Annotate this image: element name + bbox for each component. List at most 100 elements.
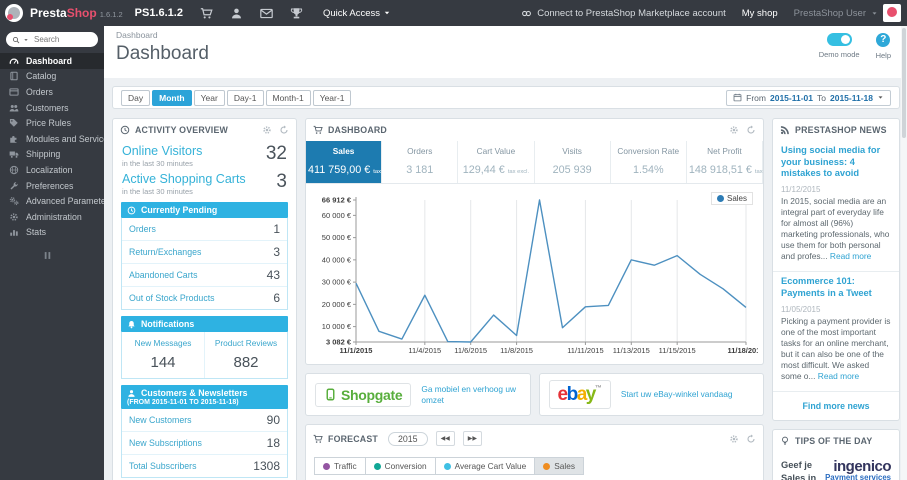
forecast-next-button[interactable]: ▶▶ <box>462 431 483 446</box>
sidebar-item[interactable]: Stats <box>0 225 104 241</box>
sales-chart: 66 912 € 60 000 € 50 000 € 40 000 € 30 000 €… <box>306 184 763 364</box>
demo-mode-toggle[interactable]: Demo mode <box>819 33 860 60</box>
trophy-icon[interactable] <box>290 7 303 20</box>
kpi-tab[interactable]: Orders 3 181 <box>382 141 459 183</box>
svg-text:10 000 €: 10 000 € <box>322 322 352 331</box>
kpi-suffix: tax excl. <box>754 169 763 175</box>
customers-icon[interactable] <box>230 7 243 20</box>
find-more-news-link[interactable]: Find more news <box>773 392 899 420</box>
shopgate-logo: Shopgate <box>315 382 412 407</box>
forecast-prev-button[interactable]: ◀◀ <box>435 431 455 446</box>
legend-dot <box>716 195 724 202</box>
forecast-metric-tab[interactable]: Average Cart Value <box>434 457 536 475</box>
help-icon[interactable]: ? <box>876 33 891 47</box>
news-article-title[interactable]: Using social media for your business: 4 … <box>781 145 891 180</box>
brand-text: PrestaShop 1.6.1.2 <box>30 6 123 20</box>
user-menu[interactable]: PrestaShop User <box>794 4 901 22</box>
notification-cell[interactable]: Product Reviews 882 <box>204 332 287 378</box>
table-row: Total Subscribers 1308 <box>122 454 287 477</box>
forecast-year[interactable]: 2015 <box>387 431 428 446</box>
row-link[interactable]: Return/Exchanges <box>129 247 201 257</box>
sidebar-item[interactable]: Customers <box>0 100 104 116</box>
news-article-date: 11/05/2015 <box>781 304 821 314</box>
kpi-tab[interactable]: Conversion Rate 1.54% <box>611 141 687 183</box>
read-more-link[interactable]: Read more <box>818 371 859 381</box>
period-button[interactable]: Month-1 <box>265 89 311 106</box>
forecast-metric-tab[interactable]: Conversion <box>364 457 436 475</box>
sidebar-item[interactable]: Shipping <box>0 147 104 163</box>
row-link[interactable]: Out of Stock Products <box>129 293 215 303</box>
row-link[interactable]: Total Subscribers <box>129 461 196 471</box>
forecast-metric-tab[interactable]: Sales <box>534 457 584 475</box>
calendar-icon <box>733 93 742 102</box>
cart-icon[interactable] <box>200 7 213 20</box>
help-button[interactable]: ? Help <box>876 33 891 60</box>
activity-stat: Active Shopping Carts in the last 30 min… <box>122 172 287 196</box>
scrollbar-thumb[interactable] <box>902 28 906 138</box>
row-link[interactable]: Orders <box>129 224 156 234</box>
toggle-switch[interactable] <box>826 33 852 46</box>
refresh-icon[interactable] <box>746 125 756 135</box>
gear-icon[interactable] <box>729 434 739 444</box>
gear-icon[interactable] <box>262 125 272 135</box>
svg-text:11/6/2015: 11/6/2015 <box>454 346 487 355</box>
period-button[interactable]: Year <box>193 89 225 106</box>
quick-access-menu[interactable]: Quick Access <box>323 8 391 19</box>
messages-icon[interactable] <box>260 7 273 20</box>
sidebar-item[interactable]: Localization <box>0 162 104 178</box>
period-button[interactable]: Month <box>152 89 192 106</box>
row-link[interactable]: Abandoned Carts <box>129 270 197 280</box>
refresh-icon[interactable] <box>746 434 756 444</box>
table-row: Orders 1 <box>122 218 287 240</box>
activity-stat: Online Visitors in the last 30 minutes 3… <box>122 144 287 168</box>
prestashop-logo <box>5 4 23 22</box>
sidebar-item[interactable]: Administration <box>0 209 104 225</box>
row-link[interactable]: New Subscriptions <box>129 438 202 448</box>
period-button[interactable]: Day <box>121 89 151 106</box>
scrollbar[interactable] <box>901 26 907 480</box>
stat-value: 3 <box>276 171 287 192</box>
sidebar-item-label: Dashboard <box>26 55 72 66</box>
kpi-tab[interactable]: Net Profit 148 918,51 € tax excl. <box>687 141 763 183</box>
notification-cell[interactable]: New Messages 144 <box>122 332 204 378</box>
metric-dot <box>543 462 551 470</box>
ebay-promo-panel: ebay™ Start uw eBay-winkel vandaag <box>538 373 764 416</box>
chart-legend: Sales <box>710 192 753 205</box>
gear-icon[interactable] <box>729 125 739 135</box>
stat-link[interactable]: Active Shopping Carts <box>122 172 246 186</box>
kpi-tab[interactable]: Sales 411 759,00 € tax excl. <box>306 141 395 183</box>
forecast-metric-tab[interactable]: Traffic <box>314 457 366 475</box>
row-value: 90 <box>266 413 280 427</box>
sidebar-item[interactable]: Orders <box>0 84 104 100</box>
sidebar-item[interactable]: Dashboard <box>0 53 104 69</box>
breadcrumb: Dashboard <box>116 30 158 40</box>
read-more-link[interactable]: Read more <box>830 251 871 261</box>
marketplace-link[interactable]: Connect to PrestaShop Marketplace accoun… <box>521 8 726 19</box>
book-icon <box>9 71 19 81</box>
sidebar-search[interactable] <box>6 32 98 47</box>
kpi-tab[interactable]: Visits 205 939 <box>535 141 611 183</box>
news-article-title[interactable]: Ecommerce 101: Payments in a Tweet <box>781 276 891 299</box>
notification-value: 144 <box>150 354 176 371</box>
stat-link[interactable]: Online Visitors <box>122 144 202 158</box>
menu-collapse-icon[interactable] <box>42 250 53 261</box>
sidebar-item[interactable]: Advanced Parameters <box>0 193 104 209</box>
period-button[interactable]: Year-1 <box>312 89 352 106</box>
my-shop-link[interactable]: My shop <box>742 8 778 19</box>
kpi-tabs: Sales 411 759,00 € tax excl. Orders 3 18… <box>306 141 763 184</box>
notification-label: New Messages <box>134 338 192 348</box>
shopgate-link[interactable]: Ga mobiel en verhoog uw omzet <box>421 384 520 406</box>
refresh-icon[interactable] <box>279 125 289 135</box>
sidebar-item[interactable]: Modules and Services <box>0 131 104 147</box>
search-input[interactable] <box>32 34 84 45</box>
period-button[interactable]: Day-1 <box>226 89 264 106</box>
kpi-tab[interactable]: Cart Value 129,44 € tax excl. <box>458 141 535 183</box>
row-link[interactable]: New Customers <box>129 415 192 425</box>
date-range-picker[interactable]: From 2015-11-01 To 2015-11-18 <box>726 89 891 106</box>
svg-text:11/8/2015: 11/8/2015 <box>500 346 533 355</box>
ebay-link[interactable]: Start uw eBay-winkel vandaag <box>621 389 733 400</box>
search-scope-caret-icon[interactable] <box>23 37 29 43</box>
sidebar-item[interactable]: Price Rules <box>0 115 104 131</box>
sidebar-item[interactable]: Preferences <box>0 178 104 194</box>
sidebar-item[interactable]: Catalog <box>0 69 104 85</box>
